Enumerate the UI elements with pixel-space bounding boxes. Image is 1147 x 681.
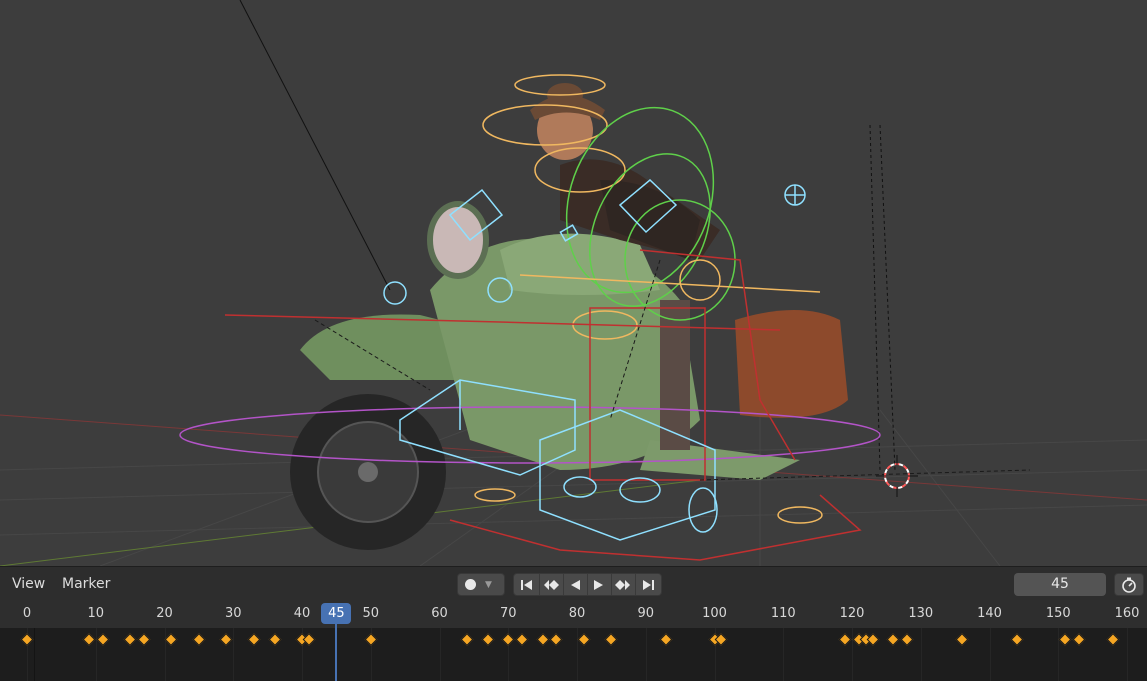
- frame-tick-label: 110: [770, 606, 796, 621]
- playback-timer-button[interactable]: [1114, 573, 1144, 596]
- playback-controls: [513, 573, 662, 596]
- keyframe-diamond[interactable]: [501, 633, 515, 646]
- scene-start-line: [34, 628, 35, 681]
- jump-to-start-icon[interactable]: [515, 574, 540, 595]
- frame-tick-label: 70: [499, 606, 517, 621]
- keyframe-diamond[interactable]: [1058, 633, 1072, 646]
- keyframe-diamond[interactable]: [515, 633, 529, 646]
- play-icon[interactable]: [587, 574, 612, 595]
- frame-tick-label: 60: [431, 606, 448, 621]
- keyframe-diamond[interactable]: [577, 633, 591, 646]
- keyframe-diamond[interactable]: [838, 633, 852, 646]
- view-menu[interactable]: View: [12, 576, 45, 592]
- frame-gridline: [852, 628, 853, 681]
- frame-gridline: [439, 628, 441, 681]
- keyframe-diamond[interactable]: [550, 633, 563, 646]
- timeline-body[interactable]: 0 10 20 30 40 50 60 70 80 90 100 110 120 130 140 150 160…: [0, 600, 1147, 681]
- keyframe-diamond[interactable]: [955, 633, 969, 646]
- frame-gridline: [989, 628, 991, 681]
- playhead-line[interactable]: [335, 624, 338, 681]
- keyframe-diamond[interactable]: [82, 633, 96, 646]
- frame-tick-label: 50: [362, 606, 380, 621]
- frame-tick-label: 80: [568, 606, 586, 621]
- frame-gridline: [95, 628, 97, 681]
- frame-tick-label: 0: [22, 606, 32, 621]
- timeline-header: View Marker ▼ 45: [0, 566, 1147, 600]
- 3d-viewport[interactable]: [0, 0, 1147, 566]
- keyframe-diamond[interactable]: [900, 633, 914, 646]
- frame-tick-label: 90: [637, 606, 655, 621]
- frame-gridline: [920, 628, 922, 681]
- play-reverse-icon[interactable]: [563, 574, 588, 595]
- keyframe-diamond[interactable]: [20, 633, 34, 646]
- keyframe-diamond[interactable]: [364, 633, 378, 646]
- keyframe-diamond[interactable]: [605, 633, 618, 646]
- 3d-cursor-icon[interactable]: [876, 455, 918, 497]
- frame-tick-label: 150: [1045, 606, 1071, 621]
- previous-keyframe-icon[interactable]: [539, 574, 564, 595]
- keyframe-diamond[interactable]: [96, 633, 109, 646]
- frame-tick-label: 140: [977, 606, 1002, 621]
- jump-to-end-icon[interactable]: [635, 574, 660, 595]
- frame-tick-label: 160: [1114, 606, 1140, 621]
- frame-tick-label: 20: [156, 606, 173, 621]
- frame-ruler[interactable]: 0 10 20 30 40 50 60 70 80 90 100 110 120 130 140 150 160: [0, 600, 1147, 628]
- keyframe-diamond[interactable]: [137, 633, 151, 646]
- frame-gridline: [233, 628, 235, 681]
- camera-line: [239, 0, 391, 291]
- next-keyframe-icon[interactable]: [611, 574, 636, 595]
- keyframe-diamond[interactable]: [536, 633, 549, 646]
- keyframe-diamond[interactable]: [886, 633, 900, 646]
- keyframe-diamond[interactable]: [247, 633, 261, 646]
- keyframe-diamond[interactable]: [192, 633, 206, 646]
- keyframe-diamond[interactable]: [660, 633, 673, 646]
- frame-tick-label: 30: [224, 606, 242, 621]
- keyframe-diamond[interactable]: [1010, 633, 1024, 646]
- keyframe-diamond[interactable]: [460, 633, 474, 646]
- frame-tick-label: 10: [87, 606, 105, 621]
- record-icon: [465, 579, 476, 590]
- frame-tick-label: 130: [908, 606, 934, 621]
- keyframe-diamond[interactable]: [220, 633, 233, 646]
- chevron-down-icon[interactable]: ▼: [485, 580, 492, 590]
- auto-keying-toggle[interactable]: ▼: [457, 573, 505, 596]
- marker-menu[interactable]: Marker: [62, 576, 110, 592]
- frame-tick-label: 40: [293, 606, 311, 621]
- frame-gridline: [783, 628, 785, 681]
- keyframe-diamond[interactable]: [1106, 633, 1120, 646]
- keyframe-diamond[interactable]: [1072, 633, 1086, 646]
- frame-gridline: [577, 628, 578, 681]
- keyframe-diamond[interactable]: [268, 633, 281, 646]
- keyframe-diamond[interactable]: [123, 633, 137, 646]
- frame-tick-label: 120: [839, 606, 865, 621]
- frame-tick-label: 100: [702, 606, 727, 621]
- stopwatch-icon: [1122, 577, 1136, 593]
- frame-gridline: [164, 628, 166, 681]
- keyframe-diamond[interactable]: [165, 633, 178, 646]
- viewport-scene: [0, 0, 1147, 566]
- motorcycle[interactable]: [290, 201, 848, 550]
- keyframe-diamond[interactable]: [481, 633, 494, 646]
- frame-gridline: [645, 628, 647, 681]
- current-frame-field[interactable]: 45: [1014, 573, 1106, 596]
- frame-gridline: [1058, 628, 1060, 681]
- keyframe-summary-track[interactable]: [0, 628, 1147, 681]
- frame-gridline: [1127, 628, 1128, 681]
- current-frame-indicator[interactable]: 45: [321, 603, 352, 624]
